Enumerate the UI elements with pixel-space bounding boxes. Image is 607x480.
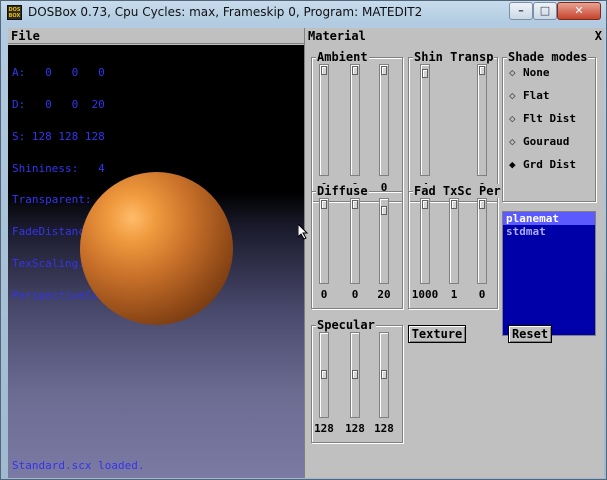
slider-knob[interactable] <box>352 66 358 75</box>
viewport-menu-bar: File <box>8 28 304 44</box>
transparency-slider[interactable] <box>477 64 487 176</box>
slider-knob[interactable] <box>321 370 327 379</box>
material-list[interactable]: planemat stdmat <box>502 211 596 336</box>
reset-button[interactable]: Reset <box>508 325 552 343</box>
shin-transp-group: Shin Transp 4 0 <box>408 50 498 202</box>
radio-selected-icon: ◆ <box>509 158 516 171</box>
fad-txsc-per-group: Fad TxSc Per 1000 1 0 <box>408 184 502 309</box>
minimize-button[interactable]: – <box>509 2 533 20</box>
radio-icon: ◇ <box>509 66 516 79</box>
slider-knob[interactable] <box>352 200 358 209</box>
specular-b-value: 128 <box>374 422 394 435</box>
shin-transp-label: Shin Transp <box>413 50 495 64</box>
status-line: Standard.scx loaded. <box>12 459 145 472</box>
material-close-icon[interactable]: X <box>595 29 602 43</box>
ambient-group: Ambient 0 0 0 <box>311 50 403 202</box>
diffuse-b-value: 20 <box>377 288 391 301</box>
file-menu[interactable]: File <box>11 29 40 43</box>
slider-knob[interactable] <box>479 200 485 209</box>
material-title: Material <box>308 29 366 43</box>
slider-knob[interactable] <box>381 66 387 75</box>
slider-knob[interactable] <box>381 206 387 215</box>
ambient-label: Ambient <box>316 50 369 64</box>
readout-line: S: 128 128 128 <box>12 129 105 143</box>
specular-label: Specular <box>316 318 376 332</box>
specular-g-value: 128 <box>345 422 365 435</box>
readout-line: A: 0 0 0 <box>12 66 105 80</box>
radio-label: Flt Dist <box>523 112 576 125</box>
diffuse-group: Diffuse 0 0 20 <box>311 184 403 309</box>
fade-distance-slider[interactable] <box>420 198 430 284</box>
ambient-g-slider[interactable] <box>350 64 360 176</box>
material-list-item[interactable]: planemat <box>503 212 595 225</box>
slider-knob[interactable] <box>422 200 428 209</box>
maximize-button[interactable]: □ <box>533 2 557 20</box>
dos-screen: File A: 0 0 0 D: 0 0 20 S: 128 128 128 S… <box>8 28 604 478</box>
slider-knob[interactable] <box>321 200 327 209</box>
specular-g-slider[interactable] <box>350 332 360 418</box>
radio-label: None <box>523 66 550 79</box>
diffuse-b-slider[interactable] <box>379 198 389 284</box>
window-title: DOSBox 0.73, Cpu Cycles: max, Frameskip … <box>28 5 423 19</box>
radio-label: Grd Dist <box>523 158 576 171</box>
specular-r-value: 128 <box>314 422 334 435</box>
close-button[interactable]: ✕ <box>557 2 601 20</box>
shade-mode-flt-dist[interactable]: ◇ Flt Dist <box>509 112 576 125</box>
ambient-r-slider[interactable] <box>319 64 329 176</box>
dosbox-app-icon[interactable]: DOS BOX <box>7 5 22 20</box>
preview-sphere <box>80 172 233 325</box>
shade-modes-label: Shade modes <box>507 50 589 64</box>
fade-distance-value: 1000 <box>411 288 439 301</box>
slider-knob[interactable] <box>422 69 428 78</box>
tex-scaling-value: 1 <box>450 288 458 301</box>
fad-txsc-per-label: Fad TxSc Per <box>413 184 502 198</box>
slider-knob[interactable] <box>479 66 485 75</box>
diffuse-r-value: 0 <box>320 288 328 301</box>
shade-mode-gouraud[interactable]: ◇ Gouraud <box>509 135 569 148</box>
radio-icon: ◇ <box>509 112 516 125</box>
shade-modes-group: Shade modes ◇ None ◇ Flat ◇ Flt Dist ◇ Goura… <box>502 50 596 202</box>
shade-mode-grd-dist[interactable]: ◆ Grd Dist <box>509 158 576 171</box>
slider-knob[interactable] <box>352 370 358 379</box>
texture-button[interactable]: Texture <box>408 325 466 343</box>
diffuse-g-slider[interactable] <box>350 198 360 284</box>
perspective-slider[interactable] <box>477 198 487 284</box>
radio-icon: ◇ <box>509 89 516 102</box>
render-viewport[interactable]: A: 0 0 0 D: 0 0 20 S: 128 128 128 Shinin… <box>8 45 304 478</box>
specular-r-slider[interactable] <box>319 332 329 418</box>
slider-knob[interactable] <box>381 370 387 379</box>
readout-line: D: 0 0 20 <box>12 97 105 111</box>
shininess-slider[interactable] <box>420 64 430 176</box>
perspective-value: 0 <box>478 288 486 301</box>
specular-group: Specular 128 128 128 <box>311 318 403 443</box>
radio-icon: ◇ <box>509 135 516 148</box>
diffuse-g-value: 0 <box>351 288 359 301</box>
mouse-pointer-icon <box>298 224 308 240</box>
radio-label: Flat <box>523 89 550 102</box>
material-panel: Material X Ambient 0 0 0 Shin Transp 4 0 <box>304 28 604 478</box>
material-list-item[interactable]: stdmat <box>503 225 595 238</box>
shade-mode-flat[interactable]: ◇ Flat <box>509 89 550 102</box>
slider-knob[interactable] <box>451 200 457 209</box>
title-bar[interactable]: DOS BOX DOSBox 0.73, Cpu Cycles: max, Fr… <box>1 1 606 25</box>
ambient-b-slider[interactable] <box>379 64 389 176</box>
dosbox-window: DOS BOX DOSBox 0.73, Cpu Cycles: max, Fr… <box>0 0 607 480</box>
specular-b-slider[interactable] <box>379 332 389 418</box>
radio-label: Gouraud <box>523 135 570 148</box>
diffuse-label: Diffuse <box>316 184 369 198</box>
slider-knob[interactable] <box>321 66 327 75</box>
diffuse-r-slider[interactable] <box>319 198 329 284</box>
material-title-bar: Material X <box>305 28 604 44</box>
tex-scaling-slider[interactable] <box>449 198 459 284</box>
shade-mode-none[interactable]: ◇ None <box>509 66 550 79</box>
